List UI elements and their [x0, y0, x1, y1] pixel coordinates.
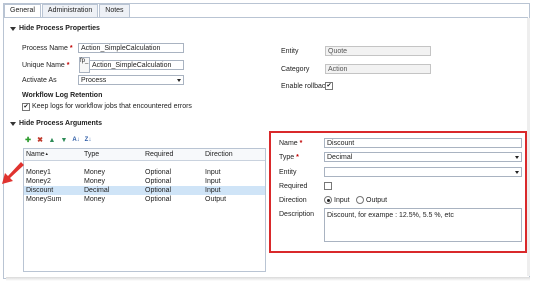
- detail-type-select[interactable]: Decimal: [324, 152, 522, 162]
- process-name-label: Process Name *: [22, 45, 73, 52]
- hide-process-arguments[interactable]: Hide Process Arguments: [10, 120, 102, 127]
- direction-output-label: Output: [366, 197, 388, 204]
- cell-required: Optional: [145, 178, 172, 185]
- entity-label: Entity: [281, 48, 299, 55]
- table-row[interactable]: Money1 Money Optional Input: [24, 168, 265, 177]
- detail-type-label: Type *: [279, 154, 299, 161]
- grid-header: Name▲ Type Required Direction: [24, 149, 265, 161]
- activate-as-label: Activate As: [22, 77, 57, 84]
- detail-type-value: Decimal: [327, 154, 353, 161]
- table-row[interactable]: Discount Decimal Optional Input: [24, 186, 265, 195]
- direction-output-radio[interactable]: [356, 196, 364, 204]
- detail-entity-select[interactable]: [324, 167, 522, 177]
- tab-general[interactable]: General: [4, 4, 41, 18]
- move-up-icon[interactable]: ▲: [48, 136, 56, 144]
- tab-bar: General Administration Notes: [4, 4, 131, 18]
- keep-logs-label: Keep logs for workflow jobs that encount…: [32, 103, 192, 110]
- direction-input-radio[interactable]: [324, 196, 332, 204]
- log-retention-title: Workflow Log Retention: [22, 92, 103, 99]
- activate-as-value: Process: [81, 77, 107, 84]
- detail-direction-label: Direction: [279, 197, 307, 204]
- collapse-triangle-icon: [10, 26, 16, 31]
- cell-type: Decimal: [84, 187, 110, 194]
- tab-divider: [4, 17, 528, 18]
- category-field: Action: [325, 64, 431, 74]
- table-row[interactable]: MoneySum Money Optional Output: [24, 195, 265, 204]
- arguments-toolbar: ✚ ✖ ▲ ▼ A↓ Z↓: [24, 136, 92, 145]
- activate-as-select[interactable]: Process: [78, 75, 184, 85]
- cell-direction: Input: [205, 187, 221, 194]
- entity-field: Quote: [325, 46, 431, 56]
- scrollbar[interactable]: [527, 18, 530, 276]
- detail-name-label: Name *: [279, 140, 303, 147]
- column-header-type[interactable]: Type: [84, 151, 99, 158]
- detail-description-textarea[interactable]: Discount, for exampe : 12.5%, 5.5 %, etc: [324, 208, 522, 242]
- arguments-grid: Name▲ Type Required Direction Money1 Mone…: [23, 148, 266, 272]
- tab-notes[interactable]: Notes: [99, 4, 130, 17]
- cell-name: Discount: [26, 187, 54, 194]
- cell-name: MoneySum: [26, 196, 62, 203]
- enable-rollback-label: Enable rollback: [281, 83, 329, 90]
- dropdown-arrow-icon: [515, 171, 519, 174]
- cell-name: Money1: [26, 169, 51, 176]
- detail-required-label: Required: [279, 183, 308, 190]
- hide-process-properties[interactable]: Hide Process Properties: [10, 25, 100, 32]
- detail-required-checkbox[interactable]: [324, 182, 332, 190]
- detail-entity-label: Entity: [279, 169, 297, 176]
- annotation-arrow-icon: [2, 162, 24, 184]
- column-header-direction[interactable]: Direction: [205, 151, 233, 158]
- cell-type: Money: [84, 196, 106, 203]
- category-label: Category: [281, 66, 310, 73]
- dropdown-arrow-icon: [177, 79, 181, 82]
- dropdown-arrow-icon: [515, 156, 519, 159]
- section-title: Hide Process Arguments: [19, 120, 102, 127]
- tab-administration[interactable]: Administration: [41, 4, 99, 17]
- direction-input-label: Input: [334, 197, 350, 204]
- cell-type: Money: [84, 178, 106, 185]
- delete-icon[interactable]: ✖: [36, 136, 44, 144]
- move-down-icon[interactable]: ▼: [60, 136, 68, 144]
- cell-direction: Input: [205, 178, 221, 185]
- keep-logs-checkbox[interactable]: ✔: [22, 103, 30, 111]
- sort-ascending-icon[interactable]: A↓: [72, 136, 80, 144]
- enable-rollback-checkbox[interactable]: ✔: [325, 82, 333, 90]
- sort-descending-icon[interactable]: Z↓: [84, 136, 92, 144]
- process-name-input[interactable]: Action_SimpleCalculation: [78, 43, 184, 53]
- cell-direction: Output: [205, 196, 227, 203]
- cell-required: Optional: [145, 187, 172, 194]
- cell-type: Money: [84, 169, 106, 176]
- collapse-triangle-icon: [10, 121, 16, 126]
- column-header-name[interactable]: Name▲: [26, 151, 49, 158]
- section-title: Hide Process Properties: [19, 25, 100, 32]
- frame-shadow: [6, 277, 530, 281]
- cell-name: Money2: [26, 178, 51, 185]
- detail-name-input[interactable]: Discount: [324, 138, 522, 148]
- column-header-required[interactable]: Required: [145, 151, 173, 158]
- detail-description-label: Description: [279, 211, 315, 218]
- cell-required: Optional: [145, 169, 172, 176]
- cell-required: Optional: [145, 196, 172, 203]
- unique-name-input[interactable]: Action_SimpleCalculation: [89, 60, 184, 70]
- unique-name-label: Unique Name *: [22, 62, 70, 69]
- add-icon[interactable]: ✚: [24, 136, 32, 144]
- table-row[interactable]: Money2 Money Optional Input: [24, 177, 265, 186]
- cell-direction: Input: [205, 169, 221, 176]
